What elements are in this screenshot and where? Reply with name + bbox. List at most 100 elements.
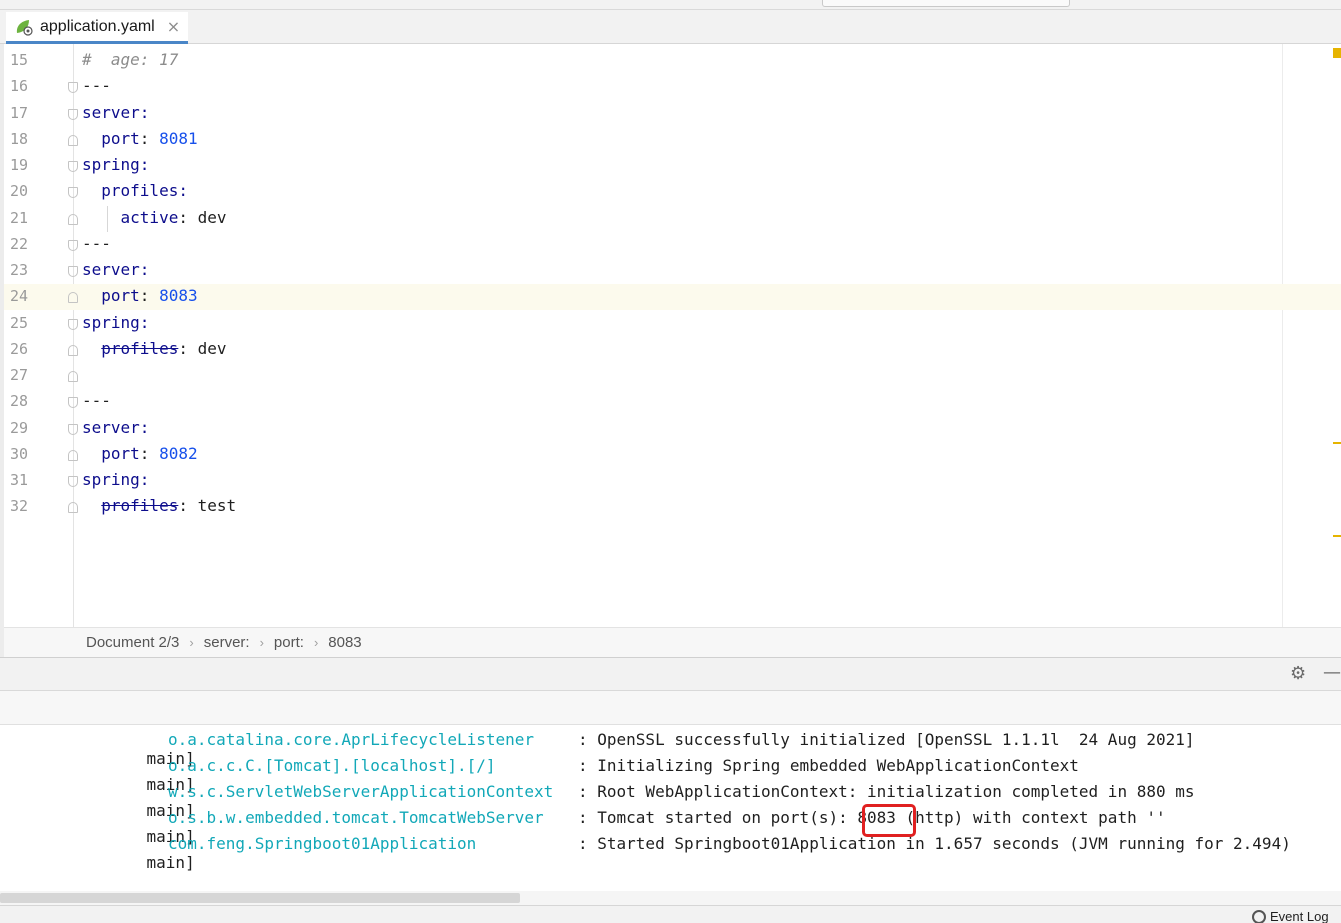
minimize-icon[interactable]: — [1323,664,1341,682]
line-text: # age: 17 [82,50,179,69]
top-toolbar-strip [0,0,1341,10]
close-tab-icon[interactable]: × [167,18,180,35]
code-line: 25 spring: [4,311,1341,337]
code-line: 26 profiles: dev [4,337,1341,363]
line-number: 25 [10,314,29,332]
line-text: spring: [82,155,150,174]
line-text: --- [82,76,111,95]
fold-marker-icon[interactable] [68,161,78,172]
line-text: port: 8082 [82,444,198,463]
code-line: 27 [4,363,1341,389]
fold-end-icon[interactable] [68,135,78,146]
log-line: main] w.s.c.ServletWebServerApplicationC… [108,782,1195,820]
code-line: 22 --- [4,232,1341,258]
code-line: 18 port: 8081 [4,127,1341,153]
log-line: main] com.feng.Springboot01Application :… [108,834,1291,872]
log-logger[interactable]: o.a.c.c.C.[Tomcat].[localhost].[/] [168,756,553,775]
line-number: 19 [10,156,29,174]
spring-leaf-icon [16,19,33,36]
port-highlight-annotation [862,804,916,837]
fold-end-icon[interactable] [68,214,78,225]
line-number: 30 [10,445,29,463]
code-line: 19 spring: [4,153,1341,179]
line-number: 32 [10,497,29,515]
fold-end-icon[interactable] [68,345,78,356]
log-thread: main] [146,853,195,872]
log-logger[interactable]: com.feng.Springboot01Application [168,834,553,853]
line-text: active: dev [82,208,227,227]
log-message: : Root WebApplicationContext: initializa… [578,782,1195,801]
fold-end-icon[interactable] [68,371,78,382]
editor-tab-bar: application.yaml × [0,10,1341,44]
code-line: 16 --- [4,74,1341,100]
line-text: port: 8083 [82,286,198,305]
code-editor[interactable]: 15 # age: 17 16 --- 17 server: 18 port: … [4,44,1341,627]
event-log-label: Event Log [1270,909,1329,923]
line-number: 29 [10,419,29,437]
tab-title: application.yaml [40,17,155,35]
breadcrumb-server[interactable]: server: [204,634,250,651]
fold-marker-icon[interactable] [68,109,78,120]
breadcrumb-port[interactable]: port: [274,634,304,651]
log-line: main] o.a.c.c.C.[Tomcat].[localhost].[/]… [108,756,1079,794]
line-number: 18 [10,130,29,148]
horizontal-scrollbar-thumb[interactable] [0,893,520,903]
fold-marker-icon[interactable] [68,319,78,330]
line-number: 31 [10,471,29,489]
run-configuration-selector[interactable] [822,0,1070,7]
fold-end-icon[interactable] [68,450,78,461]
line-text: profiles: dev [101,339,227,358]
code-line-current: 24 port: 8083 [4,284,1341,310]
code-line: 23 server: [4,258,1341,284]
line-number: 27 [10,366,29,384]
log-message: : OpenSSL successfully initialized [Open… [578,730,1195,749]
breadcrumb-value[interactable]: 8083 [328,634,361,651]
line-number: 17 [10,104,29,122]
fold-marker-icon[interactable] [68,82,78,93]
line-text: server: [82,418,150,437]
fold-marker-icon[interactable] [68,187,78,198]
fold-marker-icon[interactable] [68,240,78,251]
gear-icon[interactable]: ⚙ [1290,665,1306,683]
line-number: 21 [10,209,29,227]
code-line: 17 server: [4,101,1341,127]
status-bar: Event Log [0,905,1341,923]
fold-end-icon[interactable] [68,292,78,303]
log-logger[interactable]: o.a.catalina.core.AprLifecycleListener [168,730,553,749]
tab-application-yaml[interactable]: application.yaml × [6,12,188,44]
line-number: 23 [10,261,29,279]
fold-marker-icon[interactable] [68,424,78,435]
console-output[interactable]: main] o.a.catalina.core.AprLifecycleList… [0,725,1341,891]
fold-marker-icon[interactable] [68,397,78,408]
log-logger[interactable]: w.s.c.ServletWebServerApplicationContext [168,782,553,801]
line-number: 16 [10,77,29,95]
code-line: 21 active: dev [4,206,1341,232]
line-number: 15 [10,51,29,69]
warning-stripe-marker[interactable] [1333,535,1341,537]
log-line: main] o.a.catalina.core.AprLifecycleList… [108,730,1195,768]
line-text: profiles: test [101,496,237,515]
code-line: 15 # age: 17 [4,48,1341,74]
code-line: 29 server: [4,416,1341,442]
fold-marker-icon[interactable] [68,476,78,487]
fold-marker-icon[interactable] [68,266,78,277]
line-text: server: [82,103,150,122]
chevron-right-icon: › [189,635,194,650]
event-log-icon [1252,909,1266,923]
console-toolbar [0,691,1341,725]
line-text: --- [82,391,111,410]
line-text: port: 8081 [82,129,198,148]
breadcrumb-document[interactable]: Document 2/3 [86,634,179,651]
line-number: 28 [10,392,29,410]
code-line: 20 profiles: [4,179,1341,205]
code-line: 32 profiles: test [4,494,1341,520]
chevron-right-icon: › [259,635,264,650]
run-tool-window-header: ⚙ — [0,657,1341,691]
line-text: server: [82,260,150,279]
line-text: spring: [82,470,150,489]
event-log-button[interactable]: Event Log [1252,909,1329,923]
fold-end-icon[interactable] [68,502,78,513]
breadcrumb: Document 2/3 › server: › port: › 8083 [4,627,1341,657]
line-number: 22 [10,235,29,253]
log-logger[interactable]: o.s.b.w.embedded.tomcat.TomcatWebServer [168,808,553,827]
